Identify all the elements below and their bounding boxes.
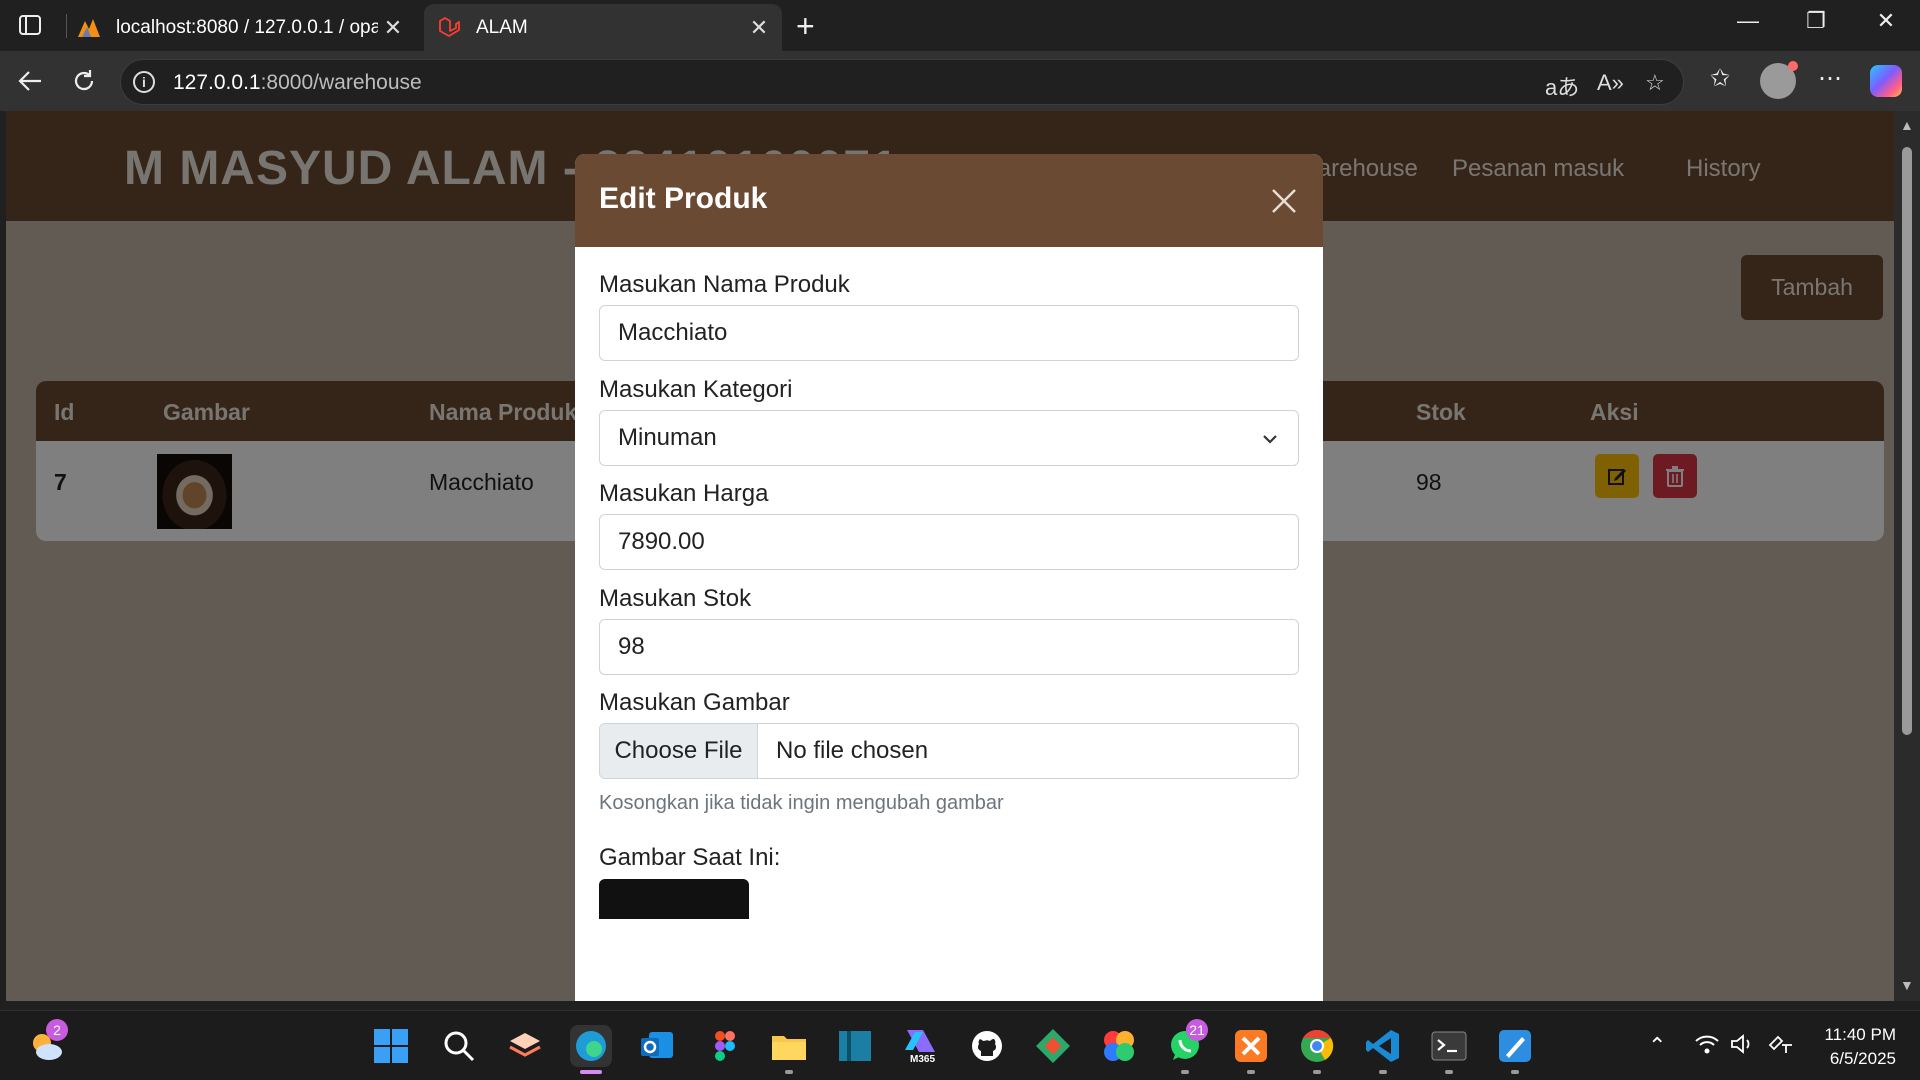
taskbar: 2 M365 21 ⌃ 11:40 PM 6/5/2025: [0, 1010, 1920, 1080]
github-icon[interactable]: [966, 1025, 1008, 1067]
kategori-label: Masukan Kategori: [599, 376, 793, 403]
edit-product-modal: Edit Produk Masukan Nama Produk Macchiat…: [575, 154, 1323, 1001]
davinci-icon[interactable]: [1098, 1025, 1140, 1067]
url-text: 127.0.0.1:8000/warehouse: [173, 71, 422, 94]
scroll-up-icon[interactable]: ▲: [1900, 117, 1914, 133]
app-indicator: [785, 1070, 793, 1074]
stok-input[interactable]: 98: [599, 619, 1299, 675]
git-icon[interactable]: [1032, 1025, 1074, 1067]
clock-date: 6/5/2025: [1829, 1049, 1896, 1068]
nama-produk-input[interactable]: Macchiato: [599, 305, 1299, 361]
clock[interactable]: 11:40 PM 6/5/2025: [1810, 1023, 1896, 1071]
nama-produk-label: Masukan Nama Produk: [599, 271, 850, 298]
gambar-label: Masukan Gambar: [599, 689, 790, 716]
xampp-icon[interactable]: [1230, 1025, 1272, 1067]
volume-icon[interactable]: [1730, 1033, 1756, 1061]
start-icon[interactable]: [370, 1025, 412, 1067]
harga-input[interactable]: 7890.00: [599, 514, 1299, 570]
translate-icon[interactable]: aあ: [1545, 70, 1579, 102]
task-view-icon[interactable]: [504, 1025, 546, 1067]
stok-label: Masukan Stok: [599, 585, 752, 612]
read-aloud-icon[interactable]: A»: [1597, 70, 1624, 96]
gambar-file-input[interactable]: Choose File No file chosen: [599, 723, 1299, 779]
app-indicator: [1247, 1070, 1255, 1074]
restore-icon[interactable]: ❐: [1786, 8, 1846, 34]
figma-icon[interactable]: [704, 1025, 746, 1067]
modal-title: Edit Produk: [599, 182, 768, 215]
kategori-select[interactable]: Minuman: [599, 410, 1299, 466]
terminal-icon[interactable]: [1428, 1025, 1470, 1067]
site-info-icon[interactable]: i: [133, 71, 155, 93]
battery-icon[interactable]: [1766, 1033, 1794, 1061]
tab-actions-icon[interactable]: [14, 11, 46, 39]
favorites-icon[interactable]: ✩: [1710, 64, 1730, 93]
scroll-thumb[interactable]: [1902, 147, 1912, 735]
close-window-icon[interactable]: ✕: [1856, 8, 1916, 34]
edge-icon[interactable]: [570, 1025, 612, 1067]
copilot-icon[interactable]: [1870, 65, 1902, 97]
kategori-selected-value: Minuman: [618, 424, 717, 451]
paint-icon[interactable]: [1494, 1025, 1536, 1067]
choose-file-button[interactable]: Choose File: [600, 724, 758, 778]
whatsapp-badge: 21: [1186, 1019, 1208, 1041]
page-scrollbar[interactable]: ▲ ▼: [1894, 111, 1920, 1001]
app-indicator: [1181, 1070, 1189, 1074]
profile-avatar[interactable]: [1760, 61, 1798, 99]
chrome-icon[interactable]: [1296, 1025, 1338, 1067]
file-status-text: No file chosen: [776, 737, 929, 764]
address-bar: i 127.0.0.1:8000/warehouse aあ A» ☆ ✩ ⋯: [0, 51, 1920, 111]
page-viewport: M MASYUD ALAM - 23410100071 Warehouse Pe…: [6, 111, 1896, 1001]
tab-alam[interactable]: ALAM ✕: [424, 4, 782, 51]
scroll-down-icon[interactable]: ▼: [1900, 977, 1914, 993]
chevron-down-icon: [1263, 435, 1277, 444]
favorite-star-icon[interactable]: ☆: [1645, 70, 1665, 96]
outlook-icon[interactable]: [636, 1025, 678, 1067]
modal-header: Edit Produk: [575, 154, 1323, 247]
refresh-icon[interactable]: [68, 65, 100, 97]
tab-bar: localhost:8080 / 127.0.0.1 / opak_ ✕ ALA…: [0, 0, 1920, 51]
vscode-icon[interactable]: [1362, 1025, 1404, 1067]
app-indicator: [1511, 1070, 1519, 1074]
kindle-icon[interactable]: [834, 1025, 876, 1067]
m365-icon[interactable]: M365: [900, 1025, 942, 1067]
tab-phpmyadmin[interactable]: localhost:8080 / 127.0.0.1 / opak_ ✕: [64, 4, 416, 51]
minimize-icon[interactable]: —: [1718, 8, 1778, 34]
close-icon[interactable]: [1269, 186, 1299, 216]
new-tab-icon[interactable]: +: [796, 8, 815, 45]
tab-title: localhost:8080 / 127.0.0.1 / opak_: [116, 16, 378, 38]
harga-label: Masukan Harga: [599, 480, 769, 507]
app-indicator: [1379, 1070, 1387, 1074]
laravel-icon: [436, 15, 462, 41]
current-product-image: [599, 879, 749, 919]
edge-active-indicator: [580, 1070, 602, 1074]
url-field[interactable]: i 127.0.0.1:8000/warehouse aあ A» ☆: [120, 59, 1684, 105]
search-icon[interactable]: [438, 1025, 480, 1067]
m365-label: M365: [910, 1054, 936, 1065]
app-indicator: [1313, 1070, 1321, 1074]
tab-title: ALAM: [476, 16, 528, 38]
wifi-icon[interactable]: [1694, 1033, 1720, 1061]
file-explorer-icon[interactable]: [768, 1025, 810, 1067]
more-icon[interactable]: ⋯: [1818, 64, 1842, 93]
current-image-label: Gambar Saat Ini:: [599, 844, 781, 871]
chevron-up-icon[interactable]: ⌃: [1648, 1033, 1666, 1059]
phpmyadmin-icon: [76, 15, 102, 41]
tab-close-icon[interactable]: ✕: [378, 15, 408, 41]
weather-badge: 2: [46, 1019, 68, 1041]
back-icon[interactable]: [14, 65, 46, 97]
gambar-help-text: Kosongkan jika tidak ingin mengubah gamb…: [599, 792, 1004, 814]
app-indicator: [1445, 1070, 1453, 1074]
clock-time: 11:40 PM: [1824, 1025, 1896, 1044]
tab-close-icon[interactable]: ✕: [744, 15, 774, 41]
